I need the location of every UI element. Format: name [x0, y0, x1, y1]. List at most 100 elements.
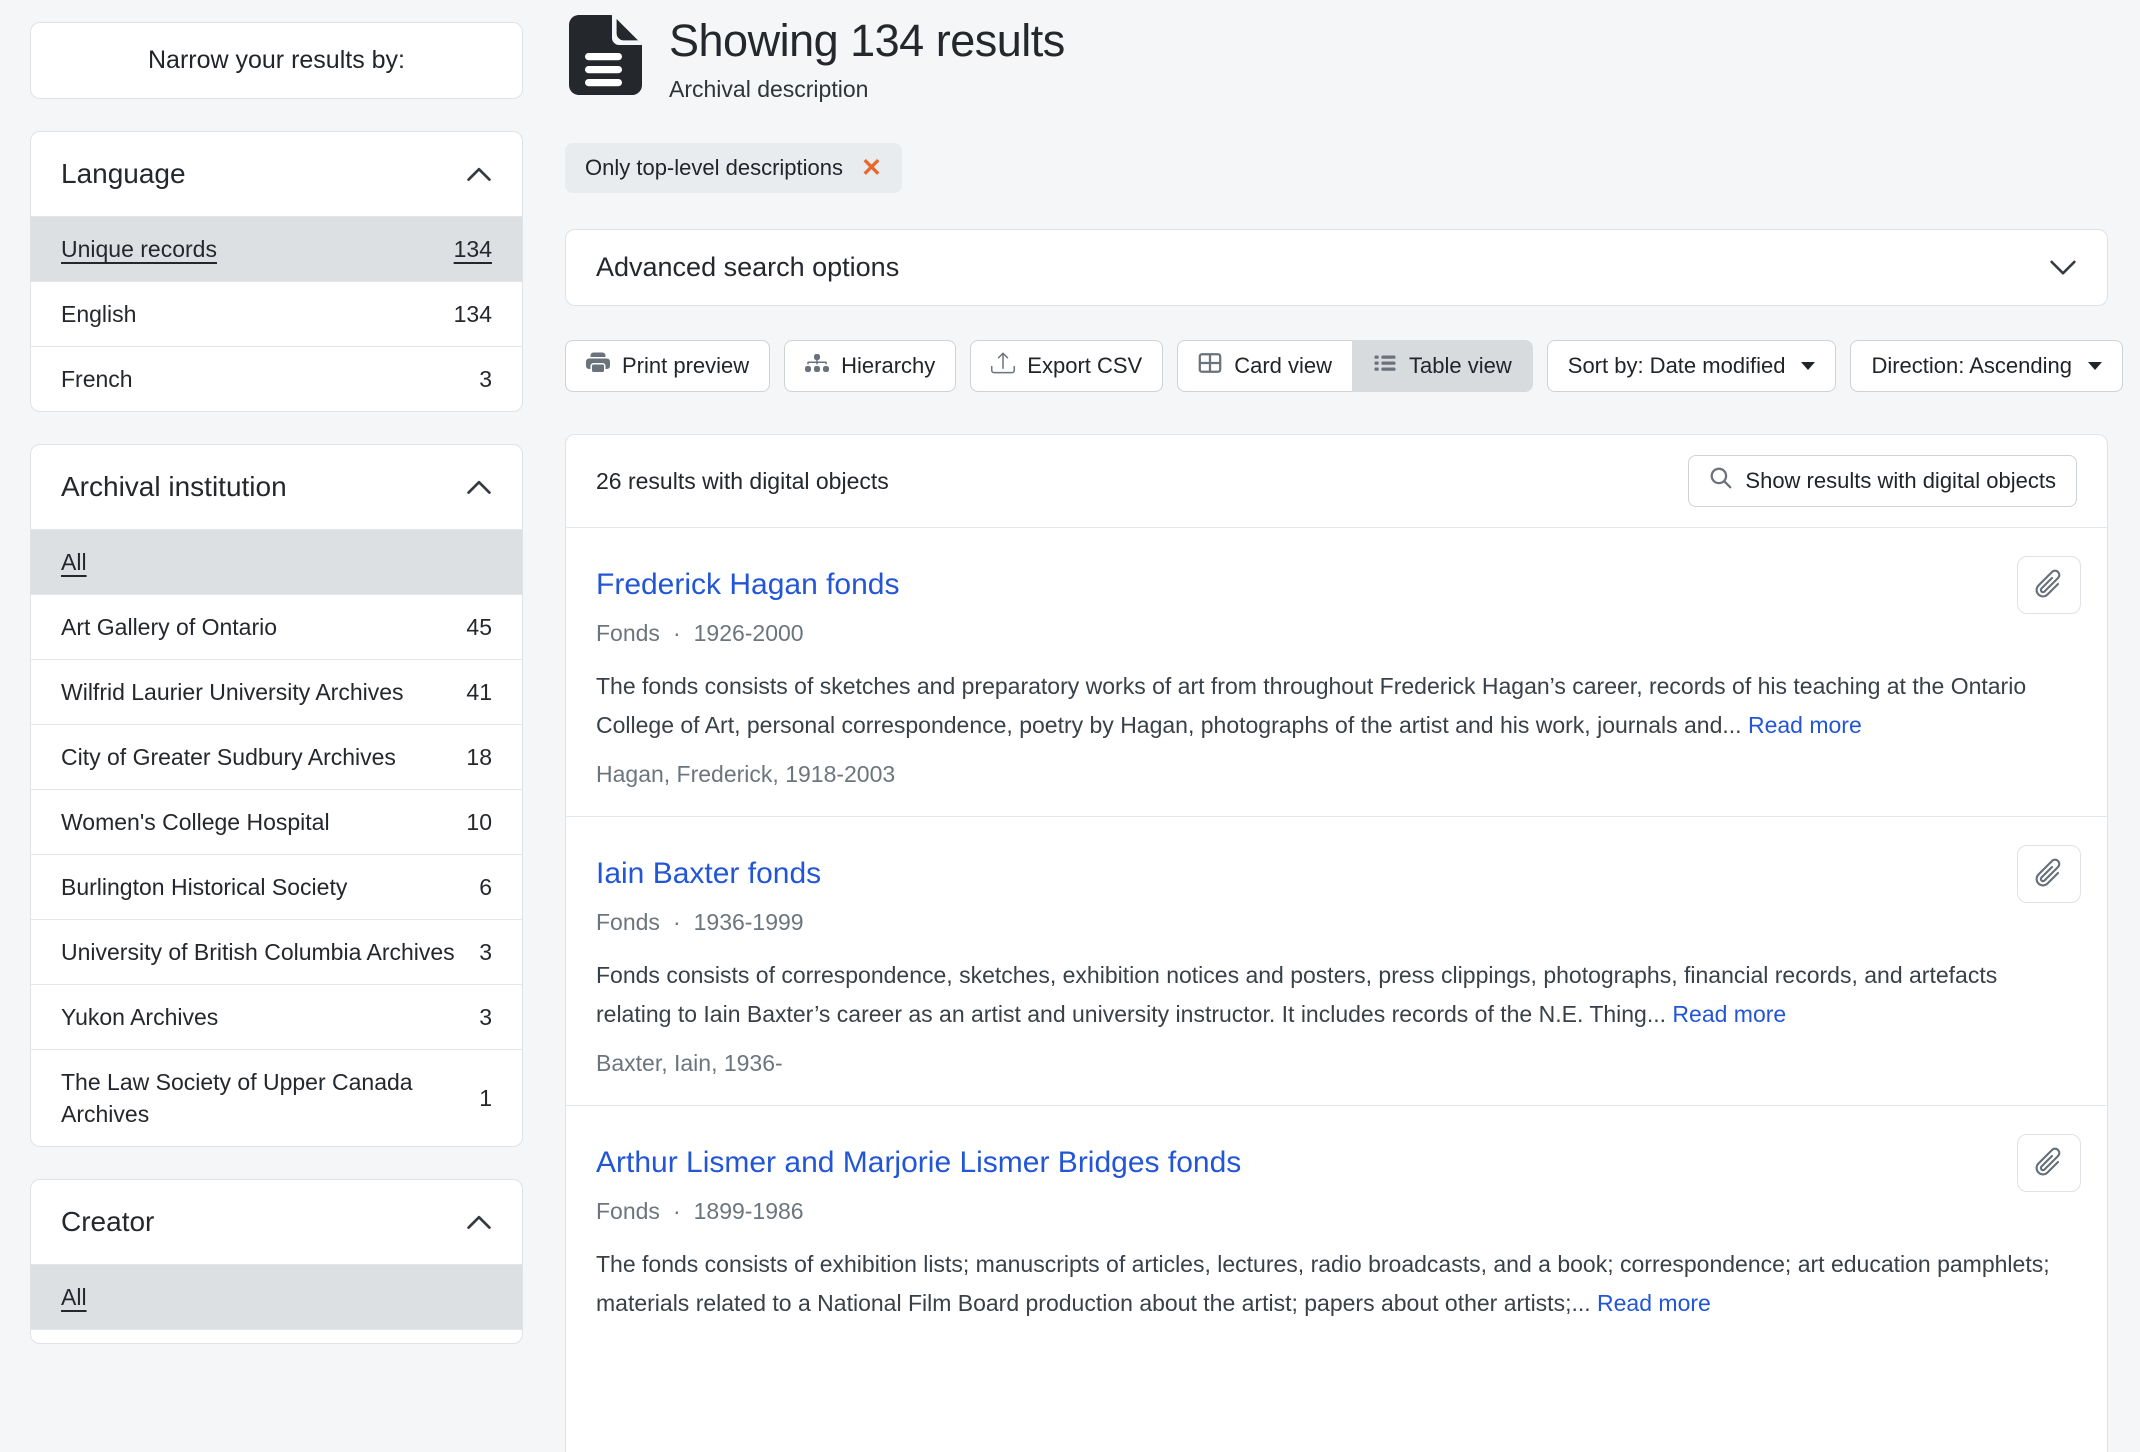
- facet-label: Wilfrid Laurier University Archives: [61, 676, 404, 708]
- result-creator: Baxter, Iain, 1936-: [596, 1050, 2077, 1077]
- result-item: Iain Baxter fonds Fonds · 1936-1999 Fond…: [566, 816, 2107, 1105]
- facet-count: 1: [479, 1082, 492, 1114]
- direction-label: Direction: Ascending: [1871, 353, 2072, 379]
- meta-dot: ·: [673, 1198, 681, 1225]
- result-level: Fonds: [596, 1198, 660, 1225]
- result-dates: 1926-2000: [694, 620, 804, 647]
- facet-creator-header[interactable]: Creator: [31, 1180, 522, 1264]
- result-meta: Fonds · 1936-1999: [596, 909, 2077, 936]
- facet-label: Burlington Historical Society: [61, 871, 347, 903]
- result-title-link[interactable]: Arthur Lismer and Marjorie Lismer Bridge…: [596, 1146, 1241, 1180]
- facet-row-unique-records[interactable]: Unique records 134: [31, 216, 522, 281]
- facet-row-wilfrid-laurier[interactable]: Wilfrid Laurier University Archives 41: [31, 659, 522, 724]
- card-view-label: Card view: [1234, 353, 1332, 379]
- paperclip-icon: [2032, 1145, 2066, 1182]
- result-dates: 1936-1999: [694, 909, 804, 936]
- export-icon: [991, 351, 1015, 381]
- result-title-link[interactable]: Iain Baxter fonds: [596, 857, 821, 891]
- facet-row-law-society[interactable]: The Law Society of Upper Canada Archives…: [31, 1049, 522, 1146]
- facet-row-all[interactable]: All: [31, 1264, 522, 1329]
- facet-count: 134: [454, 233, 492, 265]
- hierarchy-button[interactable]: Hierarchy: [784, 340, 956, 392]
- result-level: Fonds: [596, 909, 660, 936]
- result-description: The fonds consists of sketches and prepa…: [596, 667, 2077, 745]
- card-view-icon: [1198, 351, 1222, 381]
- paperclip-icon: [2032, 856, 2066, 893]
- hierarchy-icon: [805, 351, 829, 381]
- read-more-link[interactable]: Read more: [1748, 712, 1862, 738]
- facet-count: 3: [479, 936, 492, 968]
- export-csv-label: Export CSV: [1027, 353, 1142, 379]
- chevron-up-icon: [466, 166, 492, 182]
- page-header-text: Showing 134 results Archival description: [669, 14, 1065, 103]
- advanced-search-toggle[interactable]: Advanced search options: [565, 229, 2108, 306]
- export-csv-button[interactable]: Export CSV: [970, 340, 1163, 392]
- facet-title: Archival institution: [61, 471, 287, 503]
- facet-row-english[interactable]: English 134: [31, 281, 522, 346]
- result-description: Fonds consists of correspondence, sketch…: [596, 956, 2077, 1034]
- page-subtitle: Archival description: [669, 76, 1065, 103]
- facet-row-ubc-archives[interactable]: University of British Columbia Archives …: [31, 919, 522, 984]
- view-toggle-group: Card view Table view: [1177, 340, 1533, 392]
- hierarchy-label: Hierarchy: [841, 353, 935, 379]
- facet-count: 41: [466, 676, 492, 708]
- caret-down-icon: [1801, 362, 1815, 370]
- facet-label: University of British Columbia Archives: [61, 936, 455, 968]
- print-preview-button[interactable]: Print preview: [565, 340, 770, 392]
- facet-title: Creator: [61, 1206, 154, 1238]
- filter-tag-top-level: Only top-level descriptions ✕: [565, 143, 902, 193]
- facet-archival-institution: Archival institution All Art Gallery of …: [30, 444, 523, 1147]
- facet-row-burlington-historical[interactable]: Burlington Historical Society 6: [31, 854, 522, 919]
- facet-language-header[interactable]: Language: [31, 132, 522, 216]
- facet-label: All: [61, 546, 87, 578]
- result-meta: Fonds · 1926-2000: [596, 620, 2077, 647]
- facet-archival-institution-header[interactable]: Archival institution: [31, 445, 522, 529]
- printer-icon: [586, 351, 610, 381]
- facet-row-yukon-archives[interactable]: Yukon Archives 3: [31, 984, 522, 1049]
- result-dates: 1899-1986: [694, 1198, 804, 1225]
- show-digital-objects-button[interactable]: Show results with digital objects: [1688, 455, 2077, 507]
- print-preview-label: Print preview: [622, 353, 749, 379]
- paperclip-icon: [2032, 567, 2066, 604]
- direction-dropdown[interactable]: Direction: Ascending: [1850, 340, 2123, 392]
- facet-row-art-gallery-of-ontario[interactable]: Art Gallery of Ontario 45: [31, 594, 522, 659]
- document-icon: [565, 14, 643, 96]
- result-description-text: The fonds consists of exhibition lists; …: [596, 1251, 2050, 1316]
- read-more-link[interactable]: Read more: [1597, 1290, 1711, 1316]
- facet-row-womens-college-hospital[interactable]: Women's College Hospital 10: [31, 789, 522, 854]
- paperclip-button[interactable]: [2017, 845, 2081, 903]
- card-view-button[interactable]: Card view: [1177, 340, 1352, 392]
- advanced-search-label: Advanced search options: [596, 252, 899, 283]
- facet-row-greater-sudbury[interactable]: City of Greater Sudbury Archives 18: [31, 724, 522, 789]
- facet-row-all[interactable]: All: [31, 529, 522, 594]
- table-view-button[interactable]: Table view: [1352, 340, 1533, 392]
- sort-by-label: Sort by: Date modified: [1568, 353, 1786, 379]
- meta-dot: ·: [673, 909, 681, 936]
- sort-by-dropdown[interactable]: Sort by: Date modified: [1547, 340, 1837, 392]
- facet-row-french[interactable]: French 3: [31, 346, 522, 411]
- facet-label: Art Gallery of Ontario: [61, 611, 277, 643]
- read-more-link[interactable]: Read more: [1672, 1001, 1786, 1027]
- result-level: Fonds: [596, 620, 660, 647]
- facet-label: French: [61, 363, 133, 395]
- search-icon: [1709, 466, 1733, 496]
- sidebar-title: Narrow your results by:: [30, 22, 523, 99]
- facet-count: 45: [466, 611, 492, 643]
- facet-count: 3: [479, 363, 492, 395]
- digital-objects-count: 26 results with digital objects: [596, 468, 889, 495]
- facet-title: Language: [61, 158, 186, 190]
- remove-filter-icon[interactable]: ✕: [861, 157, 882, 179]
- result-title-link[interactable]: Frederick Hagan fonds: [596, 568, 900, 602]
- facet-label: Women's College Hospital: [61, 806, 330, 838]
- page-title: Showing 134 results: [669, 14, 1065, 68]
- facet-row-partial: [31, 1329, 522, 1343]
- caret-down-icon: [2088, 362, 2102, 370]
- chevron-down-icon: [2049, 259, 2077, 277]
- paperclip-button[interactable]: [2017, 556, 2081, 614]
- facet-label: English: [61, 298, 136, 330]
- results-header: 26 results with digital objects Show res…: [566, 435, 2107, 527]
- table-view-label: Table view: [1409, 353, 1512, 379]
- paperclip-button[interactable]: [2017, 1134, 2081, 1192]
- facet-label: The Law Society of Upper Canada Archives: [61, 1066, 455, 1130]
- facet-count: 3: [479, 1001, 492, 1033]
